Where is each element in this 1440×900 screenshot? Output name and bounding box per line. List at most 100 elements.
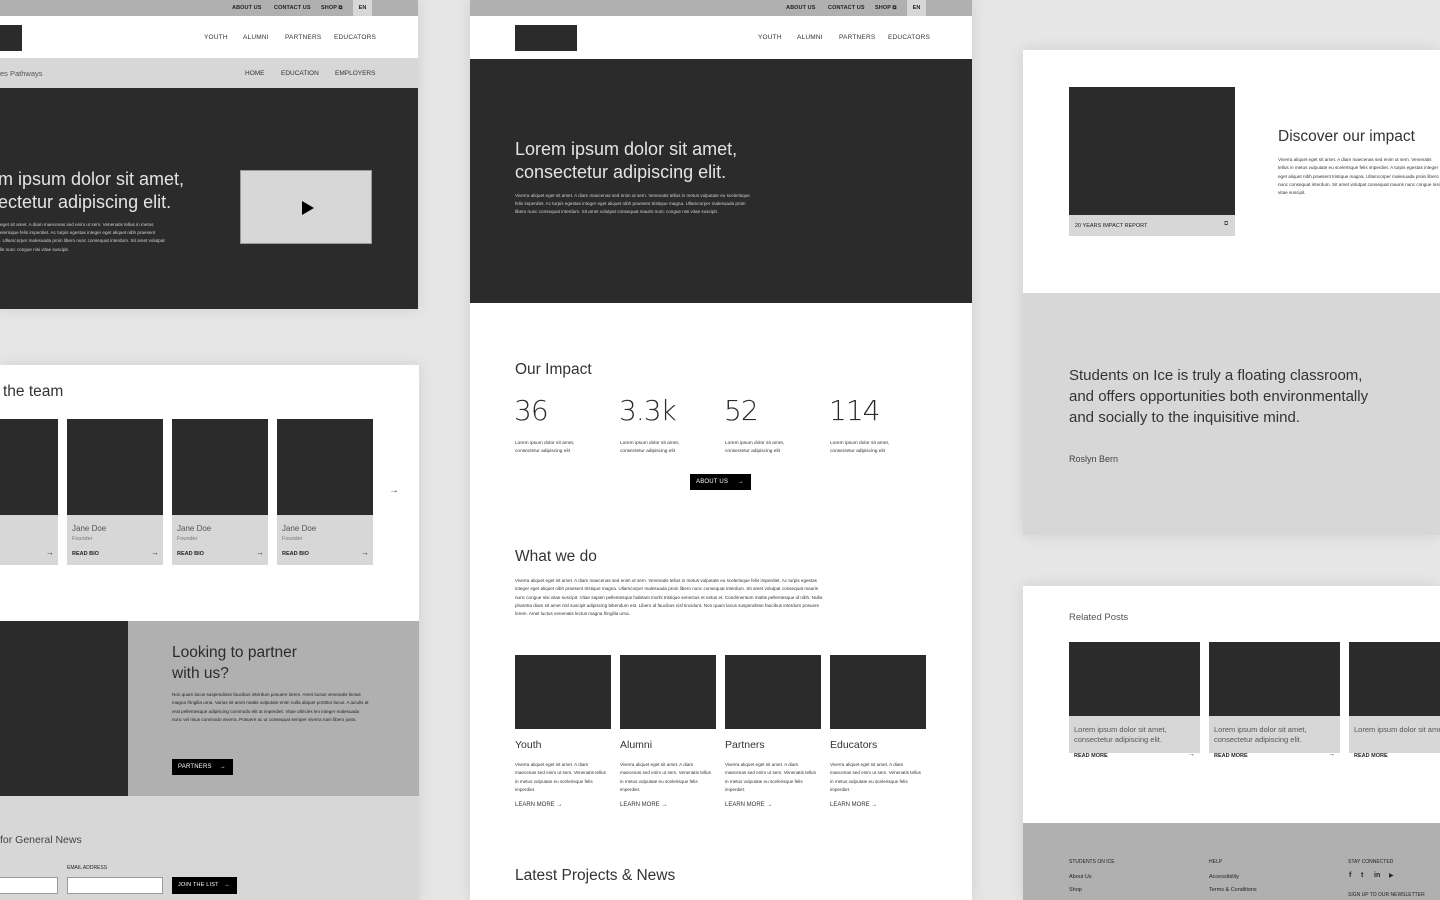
nav-youth[interactable]: YOUTH <box>204 34 228 41</box>
nav-youth[interactable]: YOUTH <box>758 34 782 41</box>
post-title: Lorem ipsum dolor sit amet, consectetur … <box>1214 725 1307 744</box>
utility-about-link[interactable]: ABOUT US <box>786 0 816 16</box>
post-footer: Lorem ipsum dolor sit amet, consectetur … <box>1349 716 1440 759</box>
footer-link-about[interactable]: About Us <box>1069 874 1092 880</box>
left-header-panel: ABOUT US CONTACT US SHOP ⧉ EN YOUTH ALUM… <box>0 0 418 309</box>
partner-section: Looking to partner with us? Non quam lac… <box>128 621 419 796</box>
learn-more-link[interactable]: LEARN MORE → <box>515 802 562 808</box>
team-card-footer: Jane Doe Founder READ BIO → <box>172 515 268 565</box>
video-player[interactable] <box>240 170 372 244</box>
subnav-education[interactable]: EDUCATION <box>281 70 319 77</box>
partner-title-line1: Looking to partner <box>172 644 297 661</box>
stat-desc: Lorem ipsum dolor sit amet, consectetur … <box>620 441 680 455</box>
footer-link-shop[interactable]: Shop <box>1069 887 1082 893</box>
learn-more-link[interactable]: LEARN MORE → <box>725 802 772 808</box>
newsletter-section: for General News EMAIL ADDRESS JOIN THE … <box>0 796 419 900</box>
team-role: Founder <box>282 536 303 542</box>
play-icon[interactable] <box>302 201 314 215</box>
partner-body: Non quam lacus suspendisse faucibus inte… <box>172 692 369 722</box>
latest-title: Latest Projects & News <box>515 867 676 884</box>
team-name: Jane Doe <box>177 524 212 533</box>
team-card-footer: Jane Doe Founder READ BIO → <box>277 515 373 565</box>
team-card[interactable]: Jane Doe Founder READ BIO → <box>67 419 163 565</box>
footer-heading: STAY CONNECTED <box>1348 859 1394 865</box>
email-label: EMAIL ADDRESS <box>67 865 108 871</box>
read-more-link[interactable]: READ MORE <box>1074 753 1108 759</box>
utility-shop-link[interactable]: SHOP ⧉ <box>321 0 343 16</box>
twitter-icon[interactable]: t <box>1361 872 1363 879</box>
what-body: Viverra aliquet eget sit amet. A diam ma… <box>515 578 823 617</box>
right-related-panel: Related Posts Lorem ipsum dolor sit amet… <box>1023 586 1440 900</box>
utility-shop-link[interactable]: SHOP ⧉ <box>875 0 897 16</box>
linkedin-icon[interactable]: in <box>1374 872 1380 879</box>
arrow-right-icon: → <box>224 882 230 888</box>
related-title: Related Posts <box>1069 612 1129 623</box>
nav-partners[interactable]: PARTNERS <box>839 34 875 41</box>
read-bio-link[interactable]: READ BIO <box>177 551 204 557</box>
footer-link-terms[interactable]: Terms & Conditions <box>1209 887 1257 893</box>
partner-title: Looking to partner with us? <box>172 642 297 684</box>
join-list-button[interactable]: JOIN THE LIST → <box>172 877 237 894</box>
nav-educators[interactable]: EDUCATORS <box>334 34 376 41</box>
quote-section: Students on Ice is truly a floating clas… <box>1023 293 1440 535</box>
footer-link-accessibility[interactable]: Accessibility <box>1209 874 1239 880</box>
footer-heading: STUDENTS ON ICE <box>1069 859 1115 865</box>
read-bio-link[interactable]: READ BIO <box>72 551 99 557</box>
utility-contact-link[interactable]: CONTACT US <box>274 0 311 16</box>
post-footer: Lorem ipsum dolor sit amet, consectetur … <box>1209 716 1340 759</box>
name-field[interactable] <box>0 877 58 894</box>
utility-contact-link[interactable]: CONTACT US <box>828 0 865 16</box>
post-title: Lorem ipsum dolor sit amet, consectetur … <box>1354 725 1440 734</box>
arrow-right-icon[interactable]: → <box>1188 751 1195 758</box>
arrow-right-icon[interactable]: → <box>1328 751 1335 758</box>
what-card-desc: Viverra aliquet eget sit amet. A diam ma… <box>620 762 711 792</box>
youtube-icon[interactable]: ▶ <box>1389 872 1394 879</box>
arrow-right-icon[interactable]: → <box>151 548 159 557</box>
facebook-icon[interactable]: f <box>1349 872 1351 879</box>
team-card[interactable]: → <box>0 419 58 565</box>
team-card[interactable]: Jane Doe Founder READ BIO → <box>277 419 373 565</box>
what-card-title: Alumni <box>620 739 653 751</box>
what-card-desc: Viverra aliquet eget sit amet. A diam ma… <box>830 762 921 792</box>
carousel-next-icon[interactable]: → <box>389 485 399 496</box>
newsletter-heading: SIGN UP TO OUR NEWSLETTER <box>1348 892 1425 898</box>
email-field[interactable] <box>67 877 163 894</box>
arrow-right-icon[interactable]: → <box>256 548 264 557</box>
external-link-icon: ⧉ <box>892 5 897 11</box>
nav-alumni[interactable]: ALUMNI <box>243 34 269 41</box>
language-switch[interactable]: EN <box>353 0 372 16</box>
quote-text: Students on Ice is truly a floating clas… <box>1069 367 1369 426</box>
utility-about-link[interactable]: ABOUT US <box>232 0 262 16</box>
team-card[interactable]: Jane Doe Founder READ BIO → <box>172 419 268 565</box>
about-us-button[interactable]: ABOUT US → <box>690 474 751 490</box>
learn-more-link[interactable]: LEARN MORE → <box>830 802 877 808</box>
logo[interactable] <box>0 25 22 51</box>
subnav-home[interactable]: HOME <box>245 70 265 77</box>
arrow-right-icon[interactable]: → <box>46 548 54 557</box>
arrow-right-icon[interactable]: → <box>361 548 369 557</box>
shop-label: SHOP <box>875 5 891 11</box>
partners-button[interactable]: PARTNERS → <box>172 759 233 775</box>
report-label: 20 YEARS IMPACT REPORT <box>1075 223 1148 229</box>
read-more-link[interactable]: READ MORE <box>1214 753 1248 759</box>
post-footer: Lorem ipsum dolor sit amet, consectetur … <box>1069 716 1200 759</box>
body-line: . Ullamcorper malesuada proin libero nun… <box>0 238 165 244</box>
stat-value: 114 <box>829 394 880 427</box>
what-card-image <box>620 655 716 729</box>
read-more-link[interactable]: READ MORE <box>1354 753 1388 759</box>
nav-educators[interactable]: EDUCATORS <box>888 34 930 41</box>
subnav-employers[interactable]: EMPLOYERS <box>335 70 375 77</box>
arrow-right-icon: → <box>737 479 744 485</box>
left-hero-title-line1: m ipsum dolor sit amet, <box>0 169 185 189</box>
logo[interactable] <box>515 25 577 51</box>
nav-partners[interactable]: PARTNERS <box>285 34 321 41</box>
what-card-title: Partners <box>725 739 765 751</box>
hero: Lorem ipsum dolor sit amet, consectetur … <box>470 59 972 303</box>
report-link[interactable]: 20 YEARS IMPACT REPORT ⧉ <box>1069 215 1235 236</box>
body-line: eget sit amet. A diam maecenas sed enim … <box>0 222 154 227</box>
nav-alumni[interactable]: ALUMNI <box>797 34 823 41</box>
learn-more-link[interactable]: LEARN MORE → <box>620 802 667 808</box>
read-bio-link[interactable]: READ BIO <box>282 551 309 557</box>
language-switch[interactable]: EN <box>907 0 926 16</box>
external-link-icon: ⧉ <box>338 5 343 11</box>
